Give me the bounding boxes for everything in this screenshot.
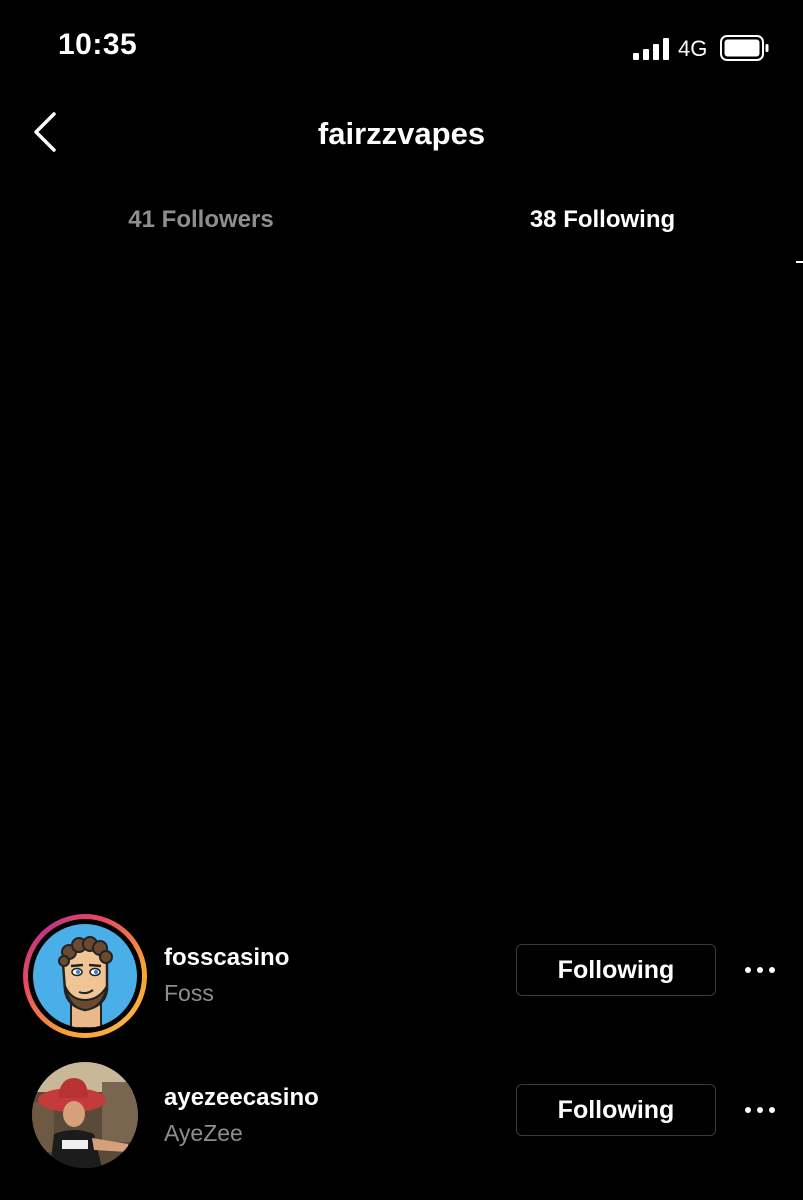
battery-icon — [720, 35, 769, 61]
list-item: fosscasino Foss Following — [0, 910, 803, 1040]
more-horizontal-icon[interactable] — [740, 1098, 780, 1122]
story-ring[interactable] — [23, 914, 147, 1038]
avatar[interactable] — [32, 1062, 138, 1168]
full-name: Foss — [164, 980, 214, 1006]
tab-active-indicator — [796, 261, 803, 263]
page-title: fairzzvapes — [317, 116, 486, 151]
avatar — [33, 924, 137, 1028]
full-name: AyeZee — [164, 1120, 243, 1146]
status-time: 10:35 — [58, 28, 138, 61]
list-item: ayezeecasino AyeZee Following — [0, 1050, 803, 1180]
more-horizontal-icon[interactable] — [740, 958, 780, 982]
following-button[interactable]: Following — [516, 1084, 716, 1136]
status-bar: 10:35 4G — [0, 0, 803, 96]
network-type: 4G — [678, 36, 708, 61]
signal-icon — [633, 38, 669, 60]
following-button[interactable]: Following — [516, 944, 716, 996]
username[interactable]: ayezeecasino — [164, 1084, 319, 1112]
tab-followers[interactable]: 41 Followers — [0, 206, 402, 234]
tab-following[interactable]: 38 Following — [402, 206, 803, 234]
username[interactable]: fosscasino — [164, 944, 289, 972]
